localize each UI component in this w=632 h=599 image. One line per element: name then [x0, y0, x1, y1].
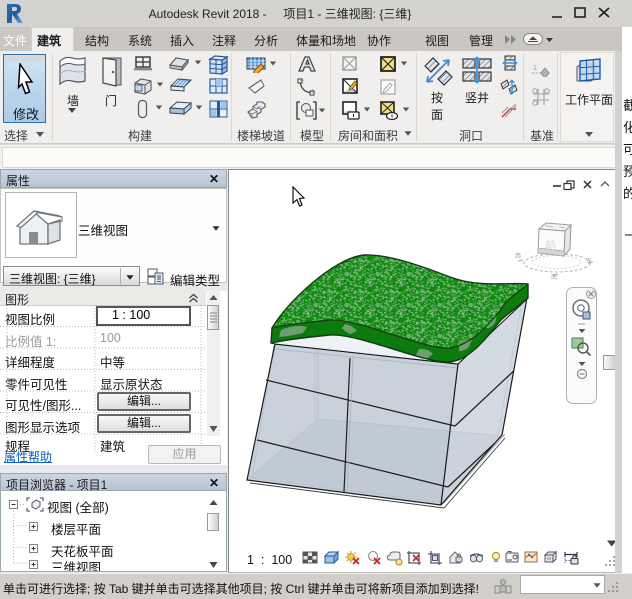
svg-text:南: 南 — [551, 273, 557, 280]
svg-text:前: 前 — [545, 238, 556, 252]
svg-text:西: 西 — [515, 253, 521, 260]
svg-text:1: 1 — [533, 65, 537, 72]
svg-text:东: 东 — [586, 257, 592, 265]
